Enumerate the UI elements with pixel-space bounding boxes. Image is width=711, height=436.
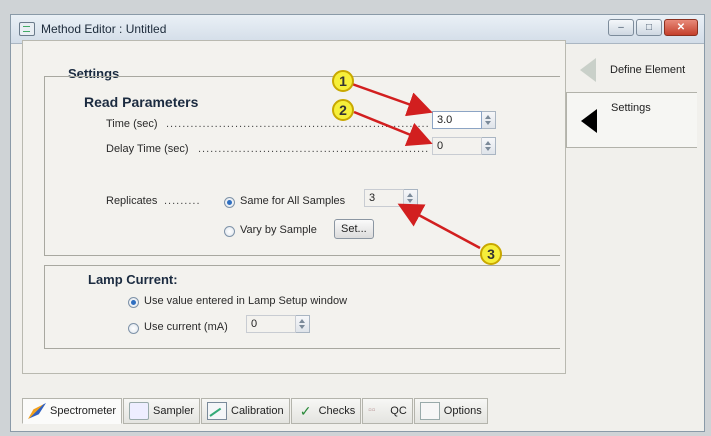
tab-options-label: Options <box>443 405 482 417</box>
maximize-button[interactable]: □ <box>636 19 662 36</box>
current-input[interactable]: 0 <box>246 315 296 333</box>
tab-qc-label: QC <box>390 405 407 417</box>
minimize-button[interactable]: – <box>608 19 634 36</box>
close-icon: ✕ <box>676 22 686 33</box>
tab-checks-label: Checks <box>318 405 356 417</box>
delay-spin-arrows-icon[interactable] <box>482 137 496 155</box>
replicates-label: Replicates <box>106 195 158 207</box>
vary-by-sample-radio[interactable] <box>224 226 235 237</box>
annotation-marker-3: 3 <box>480 243 502 265</box>
tab-define-element[interactable]: Define Element <box>566 44 696 92</box>
sampler-icon <box>129 402 150 420</box>
tab-sampler-label: Sampler <box>153 405 194 417</box>
bottom-tab-strip: Spectrometer Sampler Calibration ✓ Check… <box>22 398 488 424</box>
time-leader-dots: ........................................… <box>166 118 428 130</box>
window-controls: – □ ✕ <box>608 19 698 36</box>
use-lamp-setup-radio[interactable] <box>128 297 139 308</box>
delay-time-label: Delay Time (sec) <box>106 143 189 155</box>
calibration-icon <box>207 402 227 420</box>
spectrometer-icon <box>28 403 46 419</box>
options-icon <box>419 402 440 420</box>
replicates-spin-arrows-icon[interactable] <box>404 189 418 207</box>
same-for-all-radio[interactable] <box>224 197 235 208</box>
minimize-icon: – <box>618 22 624 33</box>
tab-calibration-label: Calibration <box>231 405 284 417</box>
tab-spectrometer-label: Spectrometer <box>50 405 117 417</box>
side-tab-strip: Define Element Settings <box>566 40 698 390</box>
annotation-marker-1: 1 <box>332 70 354 92</box>
checkmark-icon: ✓ <box>299 403 312 419</box>
delay-time-stepper[interactable]: 0 <box>432 137 496 155</box>
read-parameters-heading: Read Parameters <box>84 94 199 110</box>
close-button[interactable]: ✕ <box>664 19 698 36</box>
replicates-stepper[interactable]: 3 <box>364 189 418 207</box>
qc-icon: ▫▫ <box>368 405 376 416</box>
tab-checks[interactable]: ✓ Checks <box>290 398 362 424</box>
tab-qc[interactable]: ▫▫ QC <box>362 398 413 424</box>
replicates-leader-dots: ......... <box>164 195 201 207</box>
same-for-all-label: Same for All Samples <box>240 195 346 207</box>
maximize-icon: □ <box>645 22 653 33</box>
time-label: Time (sec) <box>106 118 158 130</box>
time-spin-arrows-icon[interactable] <box>482 111 496 129</box>
current-stepper[interactable]: 0 <box>246 315 310 333</box>
annotation-marker-2: 2 <box>332 99 354 121</box>
time-input[interactable]: 3.0 <box>432 111 482 129</box>
tab-define-element-label: Define Element <box>610 64 686 76</box>
tab-settings[interactable]: Settings <box>566 92 697 148</box>
delay-leader-dots: ........................................… <box>198 143 428 155</box>
use-current-radio[interactable] <box>128 323 139 334</box>
tab-spectrometer[interactable]: Spectrometer <box>22 398 123 424</box>
tab-settings-label: Settings <box>611 102 651 114</box>
tab-sampler[interactable]: Sampler <box>123 398 200 424</box>
tab-calibration[interactable]: Calibration <box>201 398 290 424</box>
current-spin-arrows-icon[interactable] <box>296 315 310 333</box>
lamp-current-heading: Lamp Current: <box>88 272 178 287</box>
window-title: Method Editor : Untitled <box>41 22 167 36</box>
replicates-input[interactable]: 3 <box>364 189 404 207</box>
delay-time-input[interactable]: 0 <box>432 137 482 155</box>
tab-arrow-icon <box>580 58 596 82</box>
use-current-label: Use current (mA) <box>144 321 228 333</box>
app-icon <box>19 22 35 36</box>
set-button[interactable]: Set... <box>334 219 374 239</box>
tab-options[interactable]: Options <box>413 398 488 424</box>
use-lamp-setup-label: Use value entered in Lamp Setup window <box>144 295 348 307</box>
tab-arrow-icon <box>581 109 597 133</box>
time-stepper[interactable]: 3.0 <box>432 111 496 129</box>
vary-by-sample-label: Vary by Sample <box>240 224 317 236</box>
